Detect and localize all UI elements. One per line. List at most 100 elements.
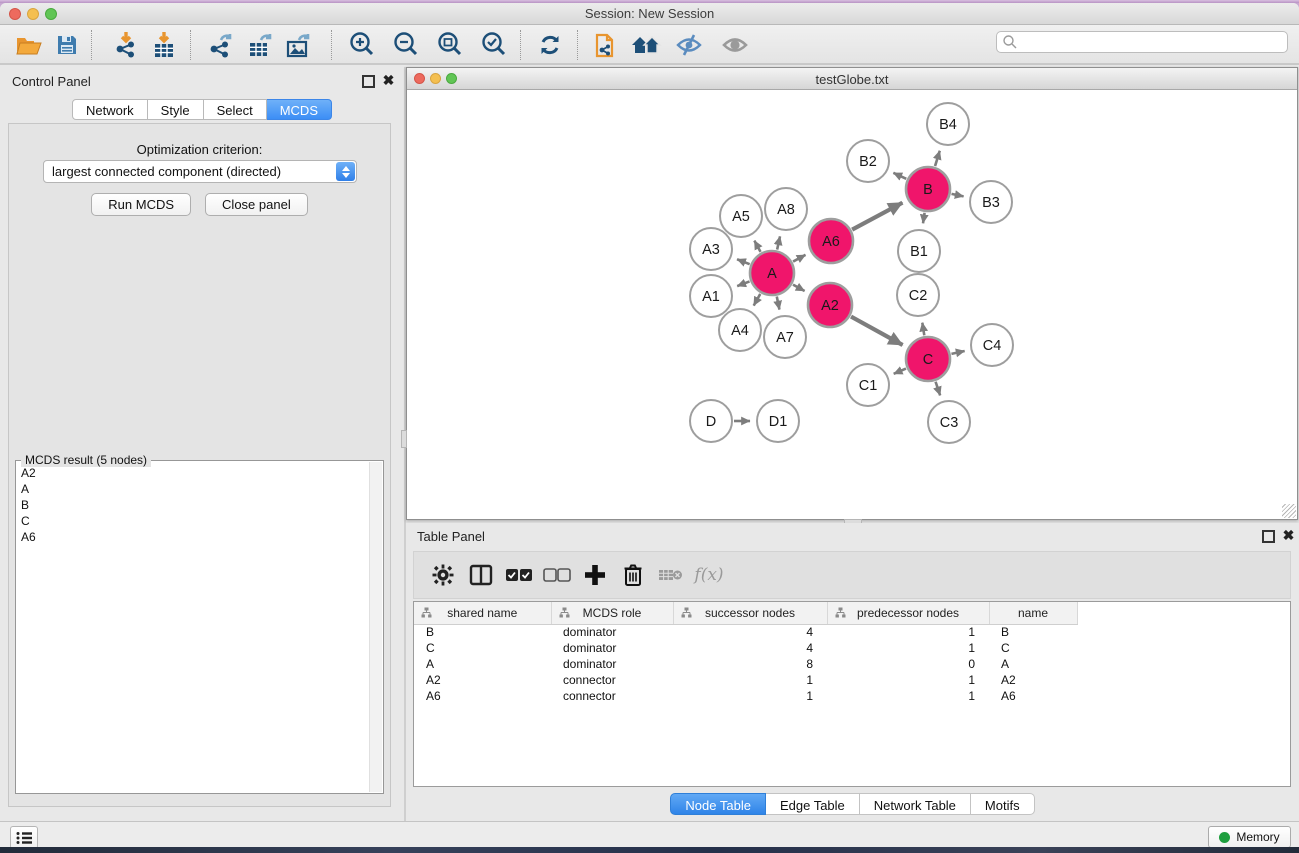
graph-edge-A-A3[interactable] [737, 259, 750, 264]
zoom-in-button[interactable] [344, 28, 380, 62]
table-cell[interactable]: C [414, 640, 551, 656]
tab-node-table[interactable]: Node Table [670, 793, 766, 815]
table-cell[interactable]: C [989, 640, 1077, 656]
table-cell[interactable]: 1 [827, 688, 989, 704]
table-row[interactable]: Cdominator41C [414, 640, 1077, 656]
deselect-all-button[interactable] [538, 555, 576, 595]
graph-edge-A-A1[interactable] [737, 281, 749, 286]
graph-edge-C-C4[interactable] [951, 351, 964, 354]
list-item[interactable]: C [17, 513, 369, 529]
column-header-successor-nodes[interactable]: successor nodes [673, 602, 827, 624]
graph-edge-A-A4[interactable] [754, 294, 761, 306]
tab-motifs[interactable]: Motifs [971, 793, 1035, 815]
select-all-button[interactable] [500, 555, 538, 595]
graph-edge-A-A7[interactable] [777, 297, 780, 310]
function-builder-button[interactable]: f(x) [690, 555, 728, 595]
graph-edge-A6-B[interactable] [852, 203, 902, 230]
hide-details-button[interactable] [671, 28, 707, 62]
close-table-panel-button[interactable]: ✖ [1282, 530, 1295, 543]
graph-edge-B-B4[interactable] [935, 151, 940, 166]
table-cell[interactable]: 8 [673, 656, 827, 672]
export-image-button[interactable] [281, 28, 317, 62]
zoom-fit-button[interactable] [432, 28, 468, 62]
graph-edge-A-A8[interactable] [777, 236, 780, 249]
search-input[interactable] [1018, 35, 1287, 49]
task-history-button[interactable] [10, 826, 38, 847]
zoom-selected-button[interactable] [476, 28, 512, 62]
table-settings-button[interactable] [424, 555, 462, 595]
show-eye-button[interactable] [717, 28, 753, 62]
graph-edge-C-C1[interactable] [894, 369, 906, 374]
table-cell[interactable]: connector [551, 672, 673, 688]
table-cell[interactable]: 1 [827, 672, 989, 688]
list-item[interactable]: B [17, 497, 369, 513]
share-document-button[interactable] [588, 28, 624, 62]
left-splitter-grip[interactable] [401, 430, 407, 448]
table-cell[interactable]: 1 [673, 688, 827, 704]
table-cell[interactable]: 4 [673, 624, 827, 640]
column-header-shared-name[interactable]: shared name [414, 602, 551, 624]
column-header-MCDS-role[interactable]: MCDS role [551, 602, 673, 624]
table-cell[interactable]: A [989, 656, 1077, 672]
table-cell[interactable]: 1 [673, 672, 827, 688]
table-cell[interactable]: 1 [827, 640, 989, 656]
split-column-button[interactable] [462, 555, 500, 595]
table-row[interactable]: A6connector11A6 [414, 688, 1077, 704]
home-button[interactable] [628, 28, 664, 62]
table-cell[interactable]: A2 [989, 672, 1077, 688]
graph-edge-A-A2[interactable] [793, 285, 805, 291]
tab-style[interactable]: Style [148, 99, 204, 120]
float-panel-button[interactable] [362, 75, 375, 88]
memory-button[interactable]: Memory [1208, 826, 1291, 847]
table-cell[interactable]: A6 [989, 688, 1077, 704]
tab-network[interactable]: Network [72, 99, 148, 120]
graph-edge-B-B2[interactable] [893, 173, 906, 179]
table-row[interactable]: A2connector11A2 [414, 672, 1077, 688]
column-header-name[interactable]: name [989, 602, 1077, 624]
export-network-button[interactable] [203, 28, 239, 62]
table-row[interactable]: Bdominator41B [414, 624, 1077, 640]
list-item[interactable]: A6 [17, 529, 369, 545]
graph-edge-B-B3[interactable] [952, 194, 964, 196]
run-mcds-button[interactable]: Run MCDS [91, 193, 191, 216]
list-scrollbar[interactable] [369, 462, 382, 792]
table-cell[interactable]: A [414, 656, 551, 672]
table-cell[interactable]: dominator [551, 640, 673, 656]
network-graph[interactable]: B4B2BB3A8A5A6A3B1AA1C2A2A4A7C4CC1DD1C3 [407, 90, 1297, 519]
tab-network-table[interactable]: Network Table [860, 793, 971, 815]
tab-select[interactable]: Select [204, 99, 267, 120]
resize-grip-icon[interactable] [1282, 504, 1296, 518]
table-cell[interactable]: B [989, 624, 1077, 640]
close-panel-button2[interactable]: Close panel [205, 193, 308, 216]
export-table-button[interactable] [243, 28, 279, 62]
open-file-button[interactable] [11, 28, 47, 62]
table-cell[interactable]: B [414, 624, 551, 640]
network-canvas[interactable]: B4B2BB3A8A5A6A3B1AA1C2A2A4A7C4CC1DD1C3 [407, 90, 1297, 519]
add-column-button[interactable] [576, 555, 614, 595]
graph-edge-A-A6[interactable] [793, 255, 805, 262]
tab-edge-table[interactable]: Edge Table [766, 793, 860, 815]
save-session-button[interactable] [49, 28, 85, 62]
list-item[interactable]: A2 [17, 465, 369, 481]
table-cell[interactable]: dominator [551, 624, 673, 640]
table-cell[interactable]: dominator [551, 656, 673, 672]
import-network-button[interactable] [108, 28, 144, 62]
delete-table-button[interactable] [652, 555, 690, 595]
import-table-button[interactable] [146, 28, 182, 62]
table-cell[interactable]: A2 [414, 672, 551, 688]
table-row[interactable]: Adominator80A [414, 656, 1077, 672]
table-cell[interactable]: connector [551, 688, 673, 704]
close-panel-button[interactable]: ✖ [382, 75, 395, 88]
graph-edge-C-C2[interactable] [922, 323, 924, 336]
refresh-button[interactable] [532, 28, 568, 62]
graph-edge-B-B1[interactable] [923, 213, 925, 224]
search-field[interactable] [996, 31, 1288, 53]
criterion-dropdown[interactable]: largest connected component (directed) [43, 160, 357, 183]
float-table-panel-button[interactable] [1262, 530, 1275, 543]
delete-column-button[interactable] [614, 555, 652, 595]
graph-edge-A-A5[interactable] [754, 241, 760, 252]
table-cell[interactable]: A6 [414, 688, 551, 704]
list-item[interactable]: A [17, 481, 369, 497]
column-header-predecessor-nodes[interactable]: predecessor nodes [827, 602, 989, 624]
table-cell[interactable]: 0 [827, 656, 989, 672]
